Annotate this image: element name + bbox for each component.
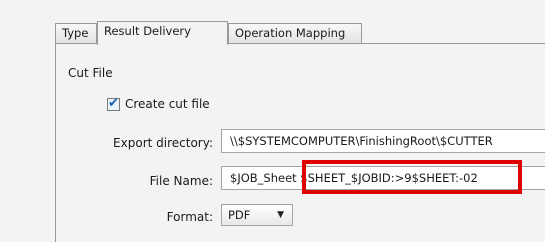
checkmark-icon: ✔	[108, 95, 119, 111]
tab-operation-mapping[interactable]: Operation Mapping	[228, 23, 362, 43]
export-directory-label: Export directory:	[113, 136, 213, 150]
tab-result-delivery[interactable]: Result Delivery	[97, 21, 228, 45]
format-value: PDF	[228, 208, 251, 222]
cut-file-section-label: Cut File	[68, 66, 113, 80]
tab-type[interactable]: Type	[55, 23, 97, 43]
highlight-box	[302, 160, 522, 194]
file-name-label: File Name:	[149, 174, 213, 188]
format-label: Format:	[166, 210, 213, 224]
chevron-down-icon: ▼	[277, 210, 284, 220]
format-select[interactable]: PDF ▼	[221, 204, 293, 226]
create-cut-file-checkbox[interactable]: ✔	[107, 95, 120, 111]
tab-bar: Type Result Delivery Operation Mapping	[55, 21, 545, 45]
create-cut-file-row[interactable]: ✔ Create cut file	[107, 96, 210, 112]
create-cut-file-label: Create cut file	[125, 97, 210, 111]
export-directory-field[interactable]: \\$SYSTEMCOMPUTER\FinishingRoot\$CUTTER	[221, 129, 545, 153]
